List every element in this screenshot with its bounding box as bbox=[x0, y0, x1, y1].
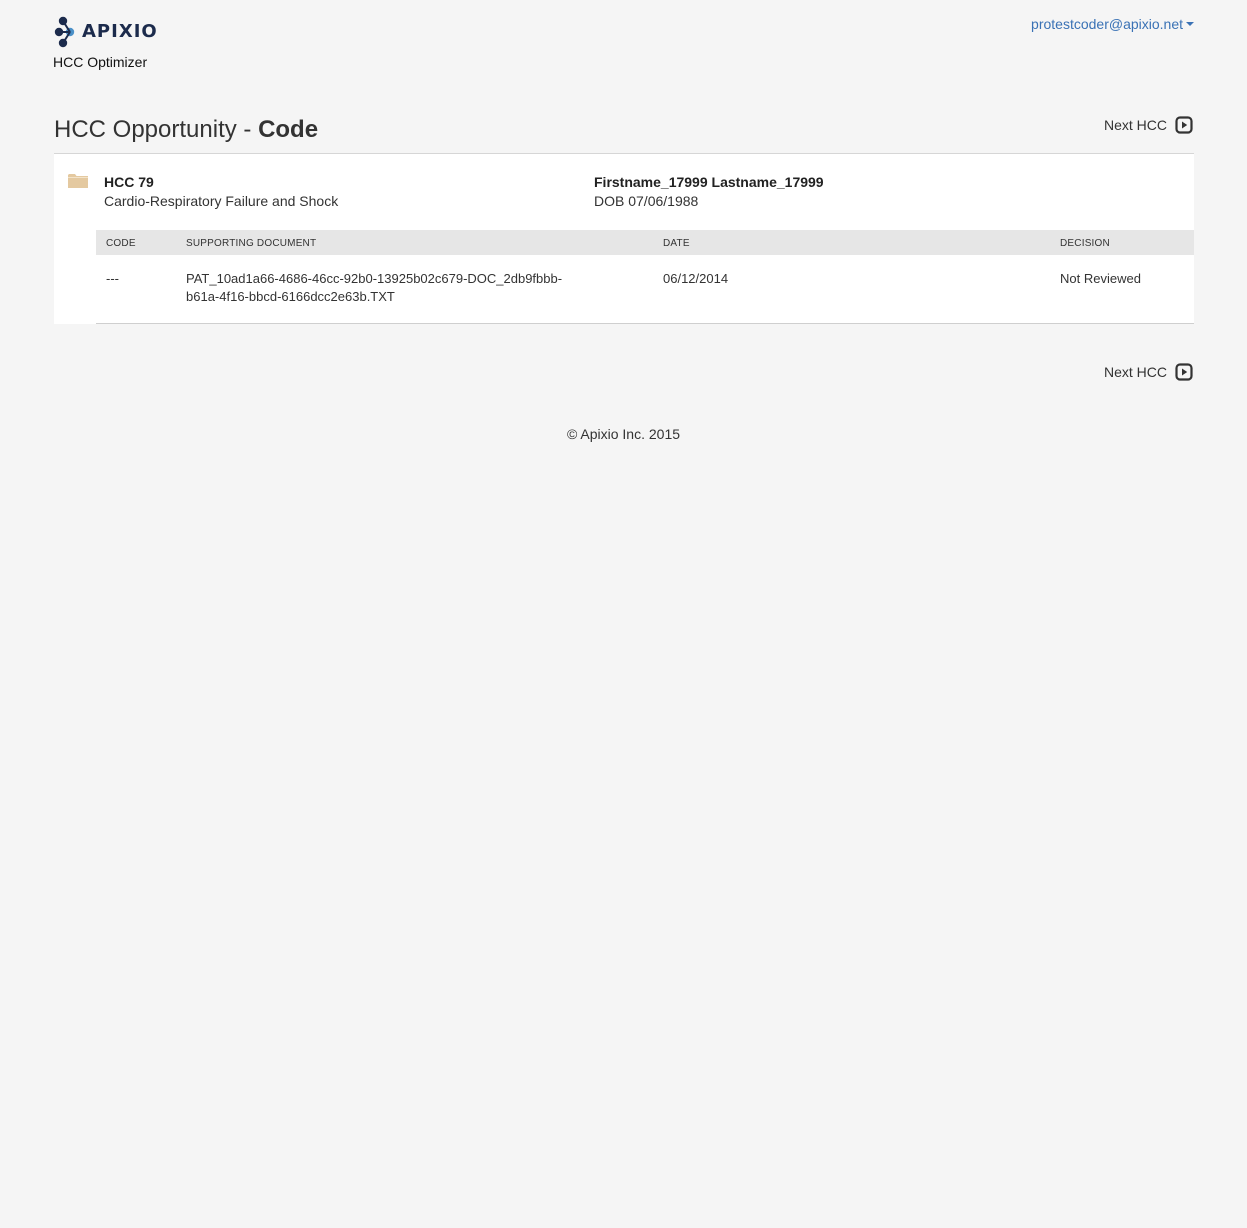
column-header-document: Supporting Document bbox=[186, 238, 317, 249]
supporting-documents-table: Code Supporting Document Date Decision -… bbox=[96, 230, 1194, 324]
play-square-icon bbox=[1175, 363, 1193, 381]
folder-icon bbox=[68, 173, 88, 194]
apixio-logo-icon bbox=[54, 16, 75, 48]
next-hcc-label: Next HCC bbox=[1103, 117, 1167, 133]
apixio-logo[interactable]: APIXIO bbox=[54, 15, 158, 49]
column-header-date: Date bbox=[663, 238, 690, 249]
patient-name: Firstname_17999 Lastname_17999 bbox=[594, 174, 824, 190]
table-row[interactable]: --- PAT_10ad1a66-4686-46cc-92b0-13925b02… bbox=[96, 255, 1194, 324]
caret-down-icon bbox=[1186, 22, 1194, 26]
page-title-prefix: HCC Opportunity - bbox=[54, 116, 259, 143]
user-email: protestcoder@apixio.net bbox=[1031, 16, 1183, 32]
hcc-description: Cardio-Respiratory Failure and Shock bbox=[104, 193, 339, 209]
cell-decision: Not Reviewed bbox=[1060, 271, 1141, 286]
column-header-decision: Decision bbox=[1060, 238, 1110, 249]
page: APIXIO HCC Optimizer protestcoder@apixio… bbox=[0, 0, 1247, 1228]
hcc-opportunity-card: HCC 79 Cardio-Respiratory Failure and Sh… bbox=[54, 154, 1194, 324]
cell-document[interactable]: PAT_10ad1a66-4686-46cc-92b0-13925b02c679… bbox=[186, 270, 586, 306]
hcc-code: HCC 79 bbox=[104, 174, 154, 190]
user-menu-dropdown[interactable]: protestcoder@apixio.net bbox=[1031, 16, 1194, 32]
next-hcc-label: Next HCC bbox=[1103, 364, 1167, 380]
next-hcc-button-top[interactable]: Next HCC bbox=[1104, 116, 1193, 134]
footer-copyright: © Apixio Inc. 2015 bbox=[566, 426, 681, 442]
patient-dob: DOB 07/06/1988 bbox=[594, 193, 699, 209]
cell-code: --- bbox=[106, 271, 119, 286]
logo-text: APIXIO bbox=[82, 21, 158, 42]
cell-date: 06/12/2014 bbox=[663, 271, 729, 286]
page-title: HCC Opportunity - Code bbox=[54, 115, 318, 145]
page-title-emphasis: Code bbox=[258, 116, 319, 143]
next-hcc-button-bottom[interactable]: Next HCC bbox=[1104, 363, 1193, 381]
column-header-code: Code bbox=[106, 238, 136, 249]
play-square-icon bbox=[1175, 116, 1193, 134]
app-name: HCC Optimizer bbox=[53, 54, 148, 70]
table-header: Code Supporting Document Date Decision bbox=[96, 230, 1194, 255]
